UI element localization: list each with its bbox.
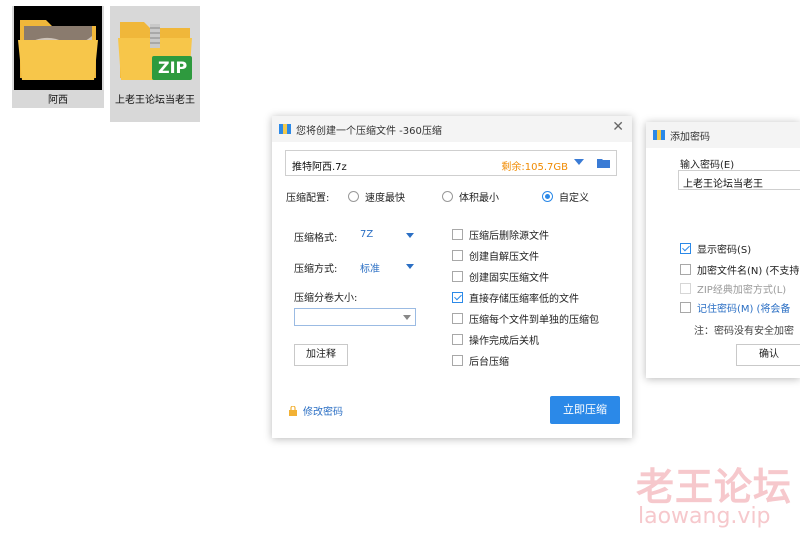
preset-fastest-radio[interactable]: 速度最快 <box>348 189 405 204</box>
option-self-extract[interactable]: 创建自解压文件 <box>452 248 539 263</box>
checkbox-checked-icon <box>452 292 463 303</box>
watermark-text-en: laowang.vip <box>638 504 771 529</box>
chevron-down-icon[interactable] <box>406 233 414 238</box>
checkbox-icon <box>680 264 691 275</box>
desktop-icon-zip-archive[interactable]: ZIP 上老王论坛当老王 <box>110 6 200 122</box>
archive-filename[interactable]: 推特阿西.7z <box>292 158 347 173</box>
radio-icon <box>348 191 359 202</box>
option-label: 操作完成后关机 <box>469 336 539 347</box>
zip-archive-icon: ZIP <box>114 8 196 92</box>
option-store-low-ratio[interactable]: 直接存储压缩率低的文件 <box>452 290 579 305</box>
checkbox-label: ZIP经典加密方式(L) <box>697 285 787 296</box>
option-separate-archives[interactable]: 压缩每个文件到单独的压缩包 <box>452 311 599 326</box>
show-password-checkbox[interactable]: 显示密码(S) <box>680 241 751 256</box>
checkbox-icon <box>452 250 463 261</box>
checkbox-icon <box>452 334 463 345</box>
watermark-text-cn: 老王论坛 <box>636 465 793 509</box>
option-label: 压缩后删除源文件 <box>469 231 549 242</box>
close-icon[interactable]: ✕ <box>612 119 624 135</box>
radio-label: 自定义 <box>559 193 589 204</box>
compress-dialog: 您将创建一个压缩文件 -360压缩 ✕ 推特阿西.7z 剩余:105.7GB 压… <box>272 116 632 438</box>
change-password-link[interactable]: 修改密码 <box>288 403 343 418</box>
desktop-icon-label: 阿西 <box>48 95 68 106</box>
config-label: 压缩配置: <box>286 193 330 204</box>
chevron-down-icon <box>403 315 411 320</box>
format-select[interactable]: 7Z <box>360 229 373 240</box>
checkbox-label: 加密文件名(N) (不支持 <box>697 266 800 277</box>
option-label: 后台压缩 <box>469 357 509 368</box>
preset-smallest-radio[interactable]: 体积最小 <box>442 189 499 204</box>
image-folder-icon <box>14 6 102 90</box>
volume-label: 压缩分卷大小: <box>294 293 358 304</box>
chevron-down-icon[interactable] <box>406 264 414 269</box>
method-select[interactable]: 标准 <box>360 260 380 275</box>
compress-dialog-titlebar[interactable]: 您将创建一个压缩文件 -360压缩 ✕ <box>272 116 632 142</box>
password-value: 上老王论坛当老王 <box>683 179 763 190</box>
archive-app-icon <box>653 130 665 140</box>
password-note: 注：密码没有安全加密 <box>694 326 794 337</box>
encrypt-filenames-checkbox[interactable]: 加密文件名(N) (不支持 <box>680 262 799 277</box>
chevron-down-icon[interactable] <box>574 159 584 165</box>
checkbox-icon <box>452 271 463 282</box>
confirm-button[interactable]: 确认 <box>736 344 800 366</box>
remember-password-tail: (将会备 <box>756 304 791 315</box>
radio-label: 速度最快 <box>365 193 405 204</box>
option-label: 压缩每个文件到单独的压缩包 <box>469 315 599 326</box>
compress-now-button[interactable]: 立即压缩 <box>550 396 620 424</box>
desktop-icon-label: 上老王论坛当老王 <box>115 95 195 106</box>
method-label: 压缩方式: <box>294 264 338 275</box>
free-space-label: 剩余:105.7GB <box>501 162 568 173</box>
checkbox-icon <box>452 355 463 366</box>
dialog-title: 您将创建一个压缩文件 -360压缩 <box>296 126 442 137</box>
volume-size-select[interactable] <box>294 308 416 326</box>
preset-custom-radio[interactable]: 自定义 <box>542 189 589 204</box>
lock-icon <box>289 405 297 416</box>
option-label: 直接存储压缩率低的文件 <box>469 294 579 305</box>
checkbox-icon <box>452 229 463 240</box>
password-dialog-titlebar[interactable]: 添加密码 <box>646 122 800 148</box>
checkbox-label: 显示密码(S) <box>697 245 752 256</box>
checkbox-disabled-icon <box>680 283 691 294</box>
radio-icon <box>442 191 453 202</box>
option-delete-source[interactable]: 压缩后删除源文件 <box>452 227 549 242</box>
password-input[interactable]: 上老王论坛当老王 <box>678 170 800 190</box>
password-dialog-title: 添加密码 <box>670 132 710 143</box>
checkbox-icon <box>680 302 691 313</box>
option-label: 创建自解压文件 <box>469 252 539 263</box>
checkbox-icon <box>452 313 463 324</box>
desktop-icon-axi-folder[interactable]: 阿西 <box>12 6 104 108</box>
folder-browse-icon[interactable] <box>597 158 610 168</box>
radio-selected-icon <box>542 191 553 202</box>
archive-app-icon <box>279 124 291 134</box>
checkbox-checked-icon <box>680 243 691 254</box>
zip-classic-encryption-checkbox[interactable]: ZIP经典加密方式(L) <box>680 281 786 296</box>
option-label: 创建固实压缩文件 <box>469 273 549 284</box>
change-password-label: 修改密码 <box>303 407 343 418</box>
add-comment-button[interactable]: 加注释 <box>294 344 348 366</box>
option-shutdown-after[interactable]: 操作完成后关机 <box>452 332 539 347</box>
radio-label: 体积最小 <box>459 193 499 204</box>
password-input-label: 输入密码(E) <box>680 160 735 171</box>
option-solid-archive[interactable]: 创建固实压缩文件 <box>452 269 549 284</box>
zip-badge: ZIP <box>158 58 188 77</box>
archive-name-field[interactable]: 推特阿西.7z 剩余:105.7GB <box>285 150 617 176</box>
format-label: 压缩格式: <box>294 233 338 244</box>
remember-password-checkbox[interactable]: 记住密码(M) (将会备 <box>680 300 790 315</box>
password-dialog: 添加密码 输入密码(E) 上老王论坛当老王 显示密码(S) 加密文件名(N) (… <box>646 122 800 378</box>
remember-password-link[interactable]: 记住密码(M) <box>697 300 753 315</box>
option-background[interactable]: 后台压缩 <box>452 353 509 368</box>
